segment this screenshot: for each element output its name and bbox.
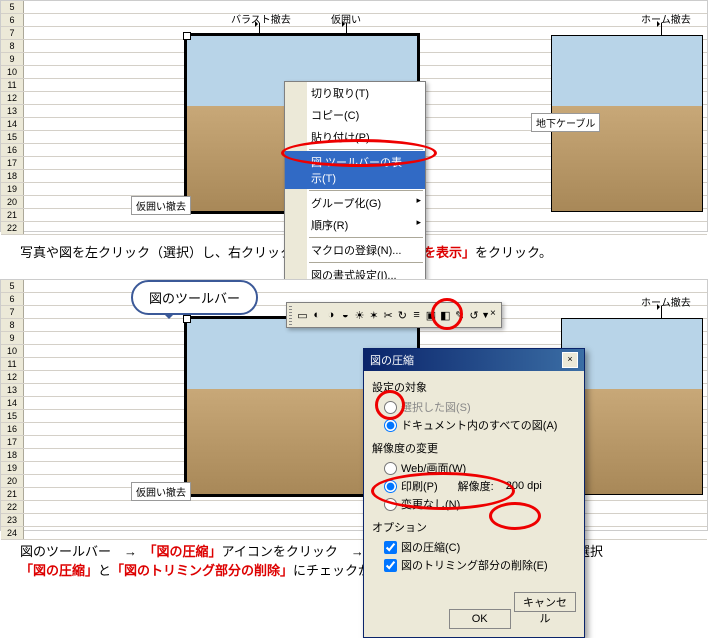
spreadsheet-view: 5678910111213141516171819202122 バラスト撤去 仮… [0, 0, 708, 232]
close-icon[interactable]: × [490, 308, 499, 322]
radio-print[interactable] [384, 480, 397, 493]
check-compress[interactable] [384, 541, 397, 554]
radio-web-screen[interactable] [384, 462, 397, 475]
image-caption: 仮囲い撤去 [131, 196, 191, 215]
radio-all-pictures[interactable] [384, 419, 397, 432]
less-brightness-icon[interactable]: ✶ [368, 305, 380, 325]
menu-assign-macro[interactable]: マクロの登録(N)... [285, 239, 425, 261]
compress-pictures-icon[interactable]: ▣ [425, 305, 437, 325]
radio-no-change[interactable] [384, 498, 397, 511]
more-brightness-icon[interactable]: ☀ [353, 305, 365, 325]
image-caption-right: 地下ケーブル [531, 113, 600, 132]
row-headers: 56789101112131415161718192021222324 [1, 280, 24, 540]
less-contrast-icon[interactable]: ◒ [339, 305, 351, 325]
ok-button[interactable]: OK [449, 609, 511, 629]
menu-order[interactable]: 順序(R) [285, 214, 425, 236]
menu-show-picture-toolbar[interactable]: 図 ツールバーの表示(T) [285, 151, 425, 189]
dialog-title: 図の圧縮 [370, 352, 414, 368]
label-home: ホーム撤去 [641, 11, 691, 26]
radio-selected-pictures[interactable] [384, 401, 397, 414]
reset-picture-icon[interactable]: ↺ [468, 305, 480, 325]
callout-toolbar: 図のツールバー [131, 280, 258, 315]
set-transparent-icon[interactable]: ✎ [454, 305, 466, 325]
menu-paste[interactable]: 貼り付け(P) [285, 126, 425, 148]
group-resolution: 解像度の変更 [372, 440, 576, 456]
insert-picture-icon[interactable]: ▭ [296, 305, 308, 325]
close-icon[interactable]: × [562, 352, 578, 368]
format-picture-icon[interactable]: ◧ [439, 305, 451, 325]
image-caption: 仮囲い撤去 [131, 482, 191, 501]
color-icon[interactable]: ◐ [311, 305, 323, 325]
compress-pictures-dialog: 図の圧縮 × 設定の対象 選択した図(S) ドキュメント内のすべての図(A) 解… [363, 348, 585, 638]
instruction-line-2: 図のツールバー → 「図の圧縮」アイコンをクリック → 「ドキュメント内のすべて… [20, 541, 688, 579]
check-delete-cropped[interactable] [384, 559, 397, 572]
menu-group[interactable]: グループ化(G) [285, 192, 425, 214]
crop-icon[interactable]: ✂ [382, 305, 394, 325]
toolbar-grip[interactable] [289, 305, 292, 325]
picture-toolbar: ▭ ◐ ◑ ◒ ☀ ✶ ✂ ↻ ≡ ▣ ◧ ✎ ↺ ▼ × [286, 302, 502, 328]
menu-cut[interactable]: 切り取り(T) [285, 82, 425, 104]
cancel-button[interactable]: キャンセル [514, 592, 576, 612]
more-contrast-icon[interactable]: ◑ [325, 305, 337, 325]
group-apply-to: 設定の対象 [372, 379, 576, 395]
spreadsheet-view-2: 56789101112131415161718192021222324 ホーム撤… [0, 279, 708, 531]
toolbar-dropdown-icon[interactable]: ▼ [481, 310, 490, 320]
group-options: オプション [372, 519, 576, 535]
menu-copy[interactable]: コピー(C) [285, 104, 425, 126]
line-style-icon[interactable]: ≡ [410, 305, 422, 325]
row-headers: 5678910111213141516171819202122 [1, 1, 24, 235]
rotate-icon[interactable]: ↻ [396, 305, 408, 325]
label-home: ホーム撤去 [641, 294, 691, 309]
context-menu: 切り取り(T) コピー(C) 貼り付け(P) 図 ツールバーの表示(T) グルー… [284, 81, 426, 287]
